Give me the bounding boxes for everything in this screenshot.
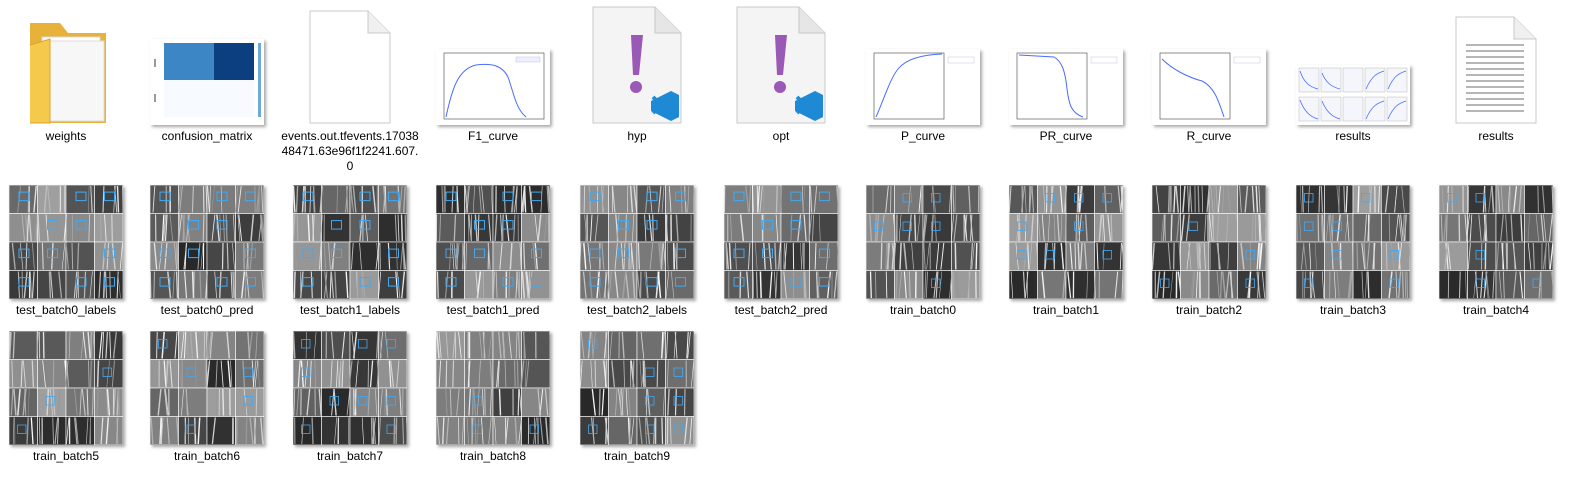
file-label: test_batch1_pred xyxy=(446,303,540,317)
file-item-r-curve[interactable]: R_curve xyxy=(1139,0,1279,150)
file-item-results-image[interactable]: results xyxy=(1283,0,1423,150)
file-label: test_batch0_labels xyxy=(15,303,117,317)
f1-curve-thumbnail xyxy=(423,0,563,125)
file-item-train-batch8[interactable]: train_batch8 xyxy=(423,328,563,468)
batch-image-thumbnail xyxy=(423,328,563,445)
file-label: hyp xyxy=(627,129,647,143)
file-item-pr-curve[interactable]: PR_curve xyxy=(996,0,1136,150)
file-label: test_batch2_labels xyxy=(586,303,688,317)
batch-image-thumbnail xyxy=(1139,182,1279,299)
file-label: test_batch0_pred xyxy=(160,303,254,317)
text-file-icon xyxy=(1426,0,1566,125)
file-item-train-batch0[interactable]: train_batch0 xyxy=(853,182,993,322)
file-item-test-batch0-pred[interactable]: test_batch0_pred xyxy=(137,182,277,322)
file-item-train-batch4[interactable]: train_batch4 xyxy=(1426,182,1566,322)
file-item-train-batch6[interactable]: train_batch6 xyxy=(137,328,277,468)
file-label: confusion_matrix xyxy=(161,129,253,143)
file-label: train_batch2 xyxy=(1175,303,1243,317)
r-curve-thumbnail xyxy=(1139,0,1279,125)
results-grid-thumbnail xyxy=(1283,0,1423,125)
file-item-results-text[interactable]: results xyxy=(1426,0,1566,150)
file-item-train-batch9[interactable]: train_batch9 xyxy=(567,328,707,468)
file-label: PR_curve xyxy=(1039,129,1093,143)
file-label: P_curve xyxy=(900,129,946,143)
file-item-test-batch2-labels[interactable]: test_batch2_labels xyxy=(567,182,707,322)
file-label: train_batch9 xyxy=(603,449,671,463)
file-label: results xyxy=(1478,129,1514,143)
pr-curve-thumbnail xyxy=(996,0,1136,125)
file-label: results xyxy=(1335,129,1371,143)
batch-image-thumbnail xyxy=(137,182,277,299)
file-item-confusion-matrix[interactable]: confusion_matrix xyxy=(137,0,277,150)
vscode-file-icon xyxy=(567,0,707,125)
file-item-train-batch2[interactable]: train_batch2 xyxy=(1139,182,1279,322)
batch-image-thumbnail xyxy=(280,182,420,299)
file-label: train_batch1 xyxy=(1032,303,1100,317)
vscode-file-icon xyxy=(711,0,851,125)
file-label: weights xyxy=(45,129,87,143)
batch-image-thumbnail xyxy=(567,328,707,445)
batch-image-thumbnail xyxy=(423,182,563,299)
file-item-train-batch5[interactable]: train_batch5 xyxy=(0,328,136,468)
file-explorer-content: { "files": { "row1": [ {"name": "weights… xyxy=(0,0,1588,481)
file-label: test_batch1_labels xyxy=(299,303,401,317)
file-item-hyp[interactable]: hyp xyxy=(567,0,707,150)
file-item-train-batch7[interactable]: train_batch7 xyxy=(280,328,420,468)
file-label: train_batch0 xyxy=(889,303,957,317)
file-item-p-curve[interactable]: P_curve xyxy=(853,0,993,150)
file-label: R_curve xyxy=(1186,129,1232,143)
file-label: train_batch4 xyxy=(1462,303,1530,317)
file-item-events[interactable]: events.out.tfevents.1703848471.63e96f1f2… xyxy=(280,0,420,175)
file-label: train_batch7 xyxy=(316,449,384,463)
confusion-matrix-thumbnail xyxy=(137,0,277,125)
file-item-weights[interactable]: weights xyxy=(0,0,136,150)
file-item-test-batch1-labels[interactable]: test_batch1_labels xyxy=(280,182,420,322)
file-label: train_batch3 xyxy=(1319,303,1387,317)
file-label: F1_curve xyxy=(467,129,519,143)
batch-image-thumbnail xyxy=(996,182,1136,299)
file-item-f1-curve[interactable]: F1_curve xyxy=(423,0,563,150)
batch-image-thumbnail xyxy=(137,328,277,445)
file-item-test-batch1-pred[interactable]: test_batch1_pred xyxy=(423,182,563,322)
file-label: train_batch5 xyxy=(32,449,100,463)
file-label: events.out.tfevents.1703848471.63e96f1f2… xyxy=(281,129,419,173)
file-label: test_batch2_pred xyxy=(734,303,828,317)
batch-image-thumbnail xyxy=(280,328,420,445)
p-curve-thumbnail xyxy=(853,0,993,125)
folder-icon xyxy=(0,0,136,125)
generic-file-icon xyxy=(280,0,420,125)
file-item-train-batch1[interactable]: train_batch1 xyxy=(996,182,1136,322)
batch-image-thumbnail xyxy=(711,182,851,299)
batch-image-thumbnail xyxy=(1283,182,1423,299)
batch-image-thumbnail xyxy=(567,182,707,299)
file-item-train-batch3[interactable]: train_batch3 xyxy=(1283,182,1423,322)
file-label: train_batch8 xyxy=(459,449,527,463)
batch-image-thumbnail xyxy=(853,182,993,299)
file-item-opt[interactable]: opt xyxy=(711,0,851,150)
file-item-test-batch2-pred[interactable]: test_batch2_pred xyxy=(711,182,851,322)
file-label: opt xyxy=(772,129,790,143)
file-item-test-batch0-labels[interactable]: test_batch0_labels xyxy=(0,182,136,322)
batch-image-thumbnail xyxy=(1426,182,1566,299)
batch-image-thumbnail xyxy=(0,328,136,445)
batch-image-thumbnail xyxy=(0,182,136,299)
file-label: train_batch6 xyxy=(173,449,241,463)
